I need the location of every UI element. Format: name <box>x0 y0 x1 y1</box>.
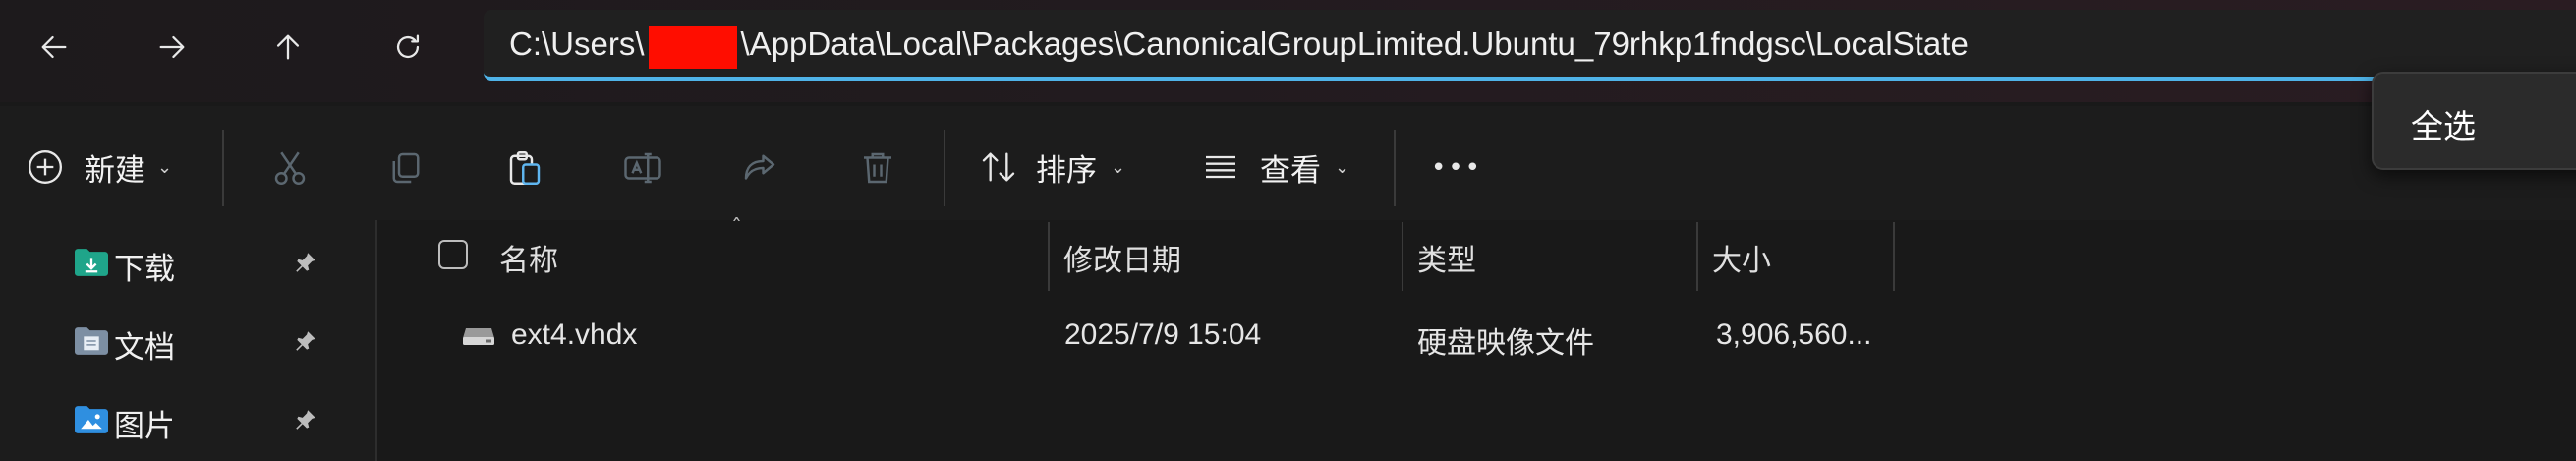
chevron-down-icon: ⌄ <box>157 156 173 178</box>
disk-image-icon <box>463 328 494 345</box>
rename-icon <box>624 152 661 184</box>
pictures-folder-icon <box>75 406 108 433</box>
back-button[interactable] <box>20 20 88 75</box>
column-header-name[interactable]: 名称 <box>499 236 558 279</box>
file-name: ext4.vhdx <box>511 318 638 351</box>
redaction-block <box>649 26 737 69</box>
share-icon <box>744 154 775 180</box>
cut-button[interactable] <box>265 145 315 191</box>
view-button[interactable]: 查看 ⌄ <box>1201 140 1349 195</box>
sort-icon <box>982 152 1015 182</box>
copy-button[interactable] <box>381 145 430 191</box>
column-header-date[interactable]: 修改日期 <box>1063 236 1181 279</box>
new-button-label: 新建 <box>85 152 145 189</box>
share-button[interactable] <box>735 145 784 191</box>
column-divider[interactable] <box>1696 222 1698 291</box>
documents-folder-icon <box>75 327 108 355</box>
cut-icon <box>274 151 306 185</box>
sidebar-item-label: 下载 <box>114 252 175 287</box>
paste-button[interactable] <box>499 144 550 193</box>
up-arrow-icon <box>276 34 300 60</box>
column-header-size[interactable]: 大小 <box>1712 236 1771 279</box>
forward-button[interactable] <box>138 20 206 75</box>
select-all-checkbox[interactable] <box>438 240 468 269</box>
column-divider[interactable] <box>1402 222 1403 291</box>
sort-button[interactable]: 排序 ⌄ <box>979 140 1125 195</box>
delete-icon <box>864 152 891 184</box>
chevron-down-icon: ⌄ <box>1335 156 1350 178</box>
refresh-icon <box>396 34 420 59</box>
delete-button[interactable] <box>853 145 902 191</box>
sidebar-item-downloads[interactable]: 下载 <box>73 242 368 287</box>
rename-button[interactable] <box>617 145 668 191</box>
file-size: 3,906,560... <box>1716 318 1872 351</box>
chevron-down-icon: ⌄ <box>1111 156 1126 178</box>
copy-icon <box>392 152 420 184</box>
toolbar-divider <box>944 130 945 206</box>
add-circle-icon <box>29 150 62 184</box>
file-type: 硬盘映像文件 <box>1417 327 1594 360</box>
up-button[interactable] <box>254 20 322 75</box>
toolbar-divider <box>1394 130 1396 206</box>
column-header-type[interactable]: 类型 <box>1417 236 1476 279</box>
downloads-folder-icon <box>75 249 108 276</box>
pin-icon[interactable] <box>293 407 318 432</box>
sidebar-item-documents[interactable]: 文档 <box>73 320 368 366</box>
sidebar-item-label: 文档 <box>114 330 175 366</box>
select-all-menu-item[interactable]: 全选 <box>2411 100 2476 147</box>
toolbar-divider <box>222 130 224 206</box>
forward-arrow-icon <box>159 35 185 59</box>
back-arrow-icon <box>41 35 67 59</box>
pin-icon[interactable] <box>293 328 318 354</box>
refresh-button[interactable] <box>373 20 442 75</box>
pin-icon[interactable] <box>293 250 318 275</box>
sidebar-item-pictures[interactable]: 图片 <box>73 399 368 444</box>
paste-icon <box>509 151 541 185</box>
new-button[interactable]: 新建 ⌄ <box>26 140 172 195</box>
table-row[interactable]: ext4.vhdx 2025/7/9 15:04 硬盘映像文件 3,906,56… <box>423 305 1897 370</box>
sort-ascending-icon: ˆ <box>731 216 742 241</box>
view-list-icon <box>1206 155 1235 179</box>
file-date: 2025/7/9 15:04 <box>1064 318 1262 351</box>
view-button-label: 查看 <box>1260 152 1321 189</box>
sort-button-label: 排序 <box>1036 152 1097 189</box>
column-divider[interactable] <box>1048 222 1050 291</box>
more-options-button[interactable]: ••• <box>1427 145 1486 191</box>
more-icon: ••• <box>1430 153 1482 183</box>
column-divider[interactable] <box>1893 222 1895 291</box>
sidebar-item-label: 图片 <box>114 409 175 444</box>
